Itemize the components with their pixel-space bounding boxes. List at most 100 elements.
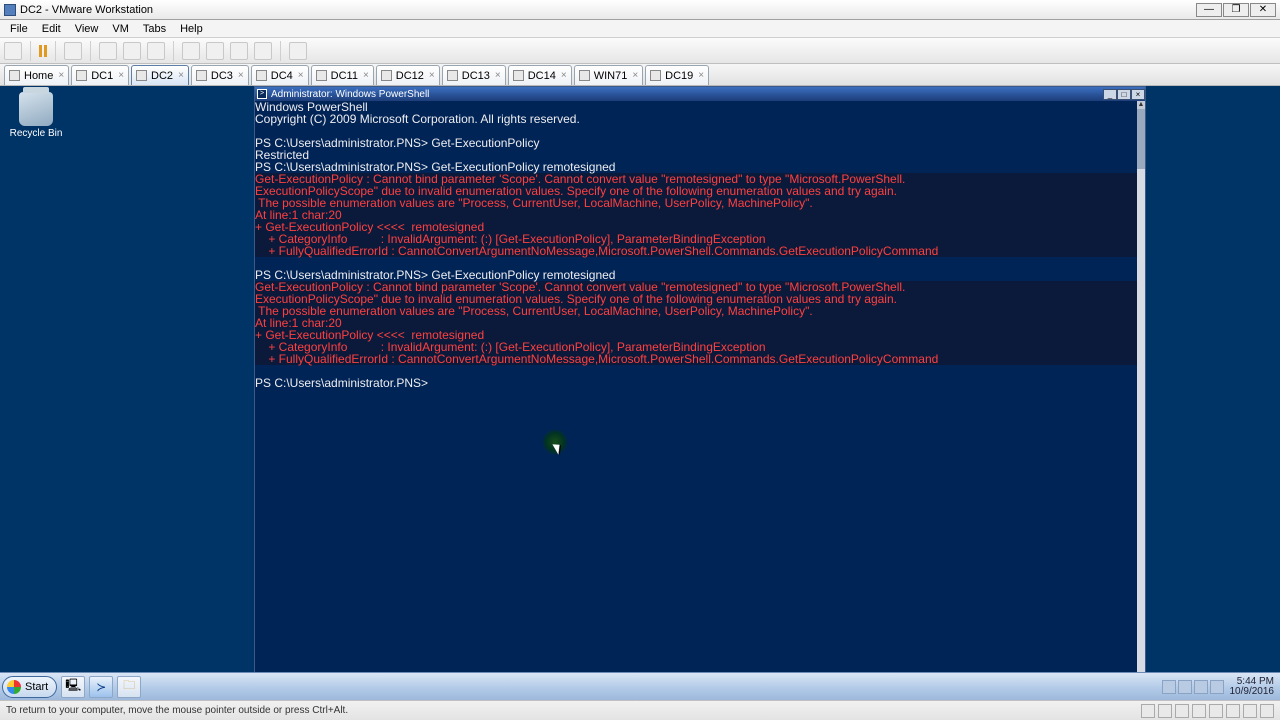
tray-sound-icon[interactable] [1210, 680, 1224, 694]
device-sound-icon[interactable] [1226, 704, 1240, 718]
vm-tab-home[interactable]: Home× [4, 65, 69, 85]
tab-close-button[interactable]: × [238, 70, 244, 81]
toolbar-separator [30, 41, 31, 61]
monitor-icon [316, 70, 327, 81]
desktop-icon-recycle-bin[interactable]: Recycle Bin [6, 92, 66, 139]
scroll-thumb[interactable] [1137, 109, 1145, 169]
vm-tab-dc3[interactable]: DC3× [191, 65, 249, 85]
monitor-icon [513, 70, 524, 81]
device-display-icon[interactable] [1260, 704, 1274, 718]
tab-close-button[interactable]: × [561, 70, 567, 81]
menu-help[interactable]: Help [174, 22, 209, 36]
vm-tab-dc11[interactable]: DC11 × [311, 65, 374, 85]
tab-close-button[interactable]: × [118, 70, 124, 81]
vm-tab-label: DC19 [665, 70, 693, 82]
console-error-line: The possible enumeration values are "Pro… [255, 197, 1137, 209]
powershell-vertical-scrollbar[interactable]: ▲ ▼ [1137, 101, 1145, 685]
start-button[interactable]: Start [2, 676, 57, 698]
menu-edit[interactable]: Edit [36, 22, 67, 36]
vm-tab-label: WIN71 [594, 70, 628, 82]
vm-tab-dc14[interactable]: DC14 × [508, 65, 572, 85]
toolbar-fullscreen-button[interactable] [182, 42, 200, 60]
tab-close-button[interactable]: × [632, 70, 638, 81]
device-cd-icon[interactable] [1158, 704, 1172, 718]
monitor-icon [579, 70, 590, 81]
scroll-up-arrow-icon[interactable]: ▲ [1137, 101, 1145, 109]
recycle-bin-label: Recycle Bin [6, 128, 66, 139]
quicklaunch-explorer[interactable]: 🗀 [117, 676, 141, 698]
vm-tab-label: DC13 [462, 70, 490, 82]
toolbar-library-button[interactable] [289, 42, 307, 60]
menu-file[interactable]: File [4, 22, 34, 36]
monitor-icon [256, 70, 267, 81]
menu-tabs[interactable]: Tabs [137, 22, 172, 36]
powershell-close-button[interactable]: × [1131, 89, 1145, 100]
powershell-console-output[interactable]: Windows PowerShellCopyright (C) 2009 Mic… [255, 101, 1137, 685]
device-hdd-icon[interactable] [1141, 704, 1155, 718]
powershell-minimize-button[interactable]: _ [1103, 89, 1117, 100]
tray-icon[interactable] [1162, 680, 1176, 694]
toolbar-unity-button[interactable] [206, 42, 224, 60]
toolbar-thumbnail-button[interactable] [254, 42, 272, 60]
vm-tab-label: DC12 [396, 70, 424, 82]
quicklaunch-server-manager[interactable]: 🖳 [61, 676, 85, 698]
vm-tab-dc1[interactable]: DC1 × [71, 65, 129, 85]
console-line: Copyright (C) 2009 Microsoft Corporation… [255, 113, 1137, 125]
tray-network-icon[interactable] [1194, 680, 1208, 694]
menu-vm[interactable]: VM [106, 22, 135, 36]
vm-tab-dc12[interactable]: DC12 × [376, 65, 440, 85]
powershell-window[interactable]: > Administrator: Windows PowerShell _ □ … [254, 86, 1146, 694]
device-usb-icon[interactable] [1209, 704, 1223, 718]
toolbar [0, 38, 1280, 64]
vm-tab-label: DC4 [271, 70, 293, 82]
vm-tab-dc2[interactable]: DC2× [131, 65, 189, 85]
device-network-icon[interactable] [1192, 704, 1206, 718]
vm-tab-label: DC14 [528, 70, 556, 82]
menu-view[interactable]: View [69, 22, 105, 36]
tab-close-button[interactable]: × [429, 70, 435, 81]
toolbar-console-view-button[interactable] [230, 42, 248, 60]
vmware-icon [4, 4, 16, 16]
toolbar-pause-button[interactable] [39, 45, 47, 57]
guest-taskbar: Start 🖳 ≻ 🗀 5:44 PM 10/9/2016 [0, 672, 1280, 700]
vm-tab-win71[interactable]: WIN71 × [574, 65, 643, 85]
vm-tab-dc19[interactable]: DC19 × [645, 65, 709, 85]
tab-close-button[interactable]: × [298, 70, 304, 81]
vm-tab-label: DC11 [331, 70, 358, 82]
vm-tab-label: DC1 [91, 70, 113, 82]
system-tray: 5:44 PM 10/9/2016 [1162, 673, 1280, 700]
console-line: PS C:\Users\administrator.PNS> [255, 377, 1137, 389]
host-window-titlebar: DC2 - VMware Workstation — ❐ ✕ [0, 0, 1280, 20]
toolbar-snapshot-button[interactable] [99, 42, 117, 60]
toolbar-separator [280, 41, 281, 61]
clock-time: 5:44 PM [1230, 677, 1275, 687]
toolbar-send-cad-button[interactable] [64, 42, 82, 60]
recycle-bin-icon [19, 92, 53, 126]
windows-logo-icon [7, 680, 21, 694]
host-maximize-button[interactable]: ❐ [1223, 3, 1249, 17]
toolbar-manage-snapshots-button[interactable] [147, 42, 165, 60]
tray-icon[interactable] [1178, 680, 1192, 694]
monitor-icon [136, 70, 147, 81]
tab-close-button[interactable]: × [698, 70, 704, 81]
quicklaunch-powershell[interactable]: ≻ [89, 676, 113, 698]
host-minimize-button[interactable]: — [1196, 3, 1222, 17]
tab-close-button[interactable]: × [363, 70, 369, 81]
taskbar-clock[interactable]: 5:44 PM 10/9/2016 [1226, 677, 1275, 697]
vm-display-area[interactable]: Recycle Bin > Administrator: Windows Pow… [0, 86, 1280, 700]
toolbar-power-button[interactable] [4, 42, 22, 60]
vm-tab-dc4[interactable]: DC4 × [251, 65, 309, 85]
device-floppy-icon[interactable] [1175, 704, 1189, 718]
tab-close-button[interactable]: × [58, 70, 64, 81]
tab-close-button[interactable]: × [495, 70, 501, 81]
powershell-maximize-button[interactable]: □ [1117, 89, 1131, 100]
toolbar-revert-button[interactable] [123, 42, 141, 60]
host-close-button[interactable]: ✕ [1250, 3, 1276, 17]
powershell-titlebar[interactable]: > Administrator: Windows PowerShell _ □ … [255, 87, 1145, 101]
console-error-line: The possible enumeration values are "Pro… [255, 305, 1137, 317]
clock-date: 10/9/2016 [1230, 687, 1275, 697]
tab-close-button[interactable]: × [178, 70, 184, 81]
vm-tab-dc13[interactable]: DC13 × [442, 65, 506, 85]
toolbar-separator [90, 41, 91, 61]
device-printer-icon[interactable] [1243, 704, 1257, 718]
